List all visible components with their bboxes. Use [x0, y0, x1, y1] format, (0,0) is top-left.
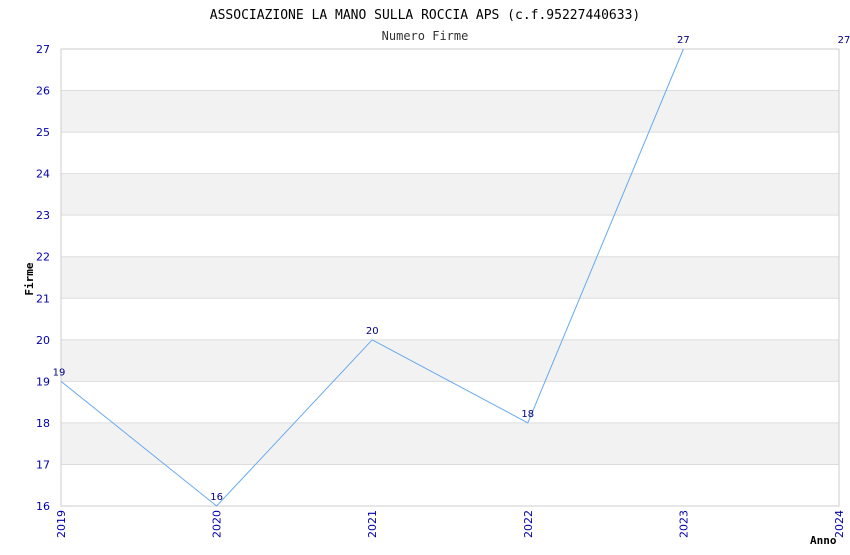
data-label: 20 [366, 326, 379, 337]
y-tick-label: 21 [36, 292, 50, 305]
data-label: 27 [677, 35, 690, 46]
background-bands [61, 90, 839, 465]
y-tick-label: 24 [36, 168, 50, 181]
grid-band [61, 173, 839, 216]
grid-band [61, 339, 839, 382]
y-tick-label: 26 [36, 85, 50, 98]
chart: ASSOCIAZIONE LA MANO SULLA ROCCIA APS (c… [0, 0, 850, 550]
x-tick-label: 2019 [55, 510, 68, 538]
x-axis-ticks: 2019 2020 2021 2022 2023 2024 [55, 510, 846, 538]
y-tick-label: 20 [36, 334, 50, 347]
x-tick-label: 2020 [211, 510, 224, 538]
x-tick-label: 2024 [833, 510, 846, 538]
y-tick-label: 18 [36, 417, 50, 430]
data-label: 19 [53, 367, 66, 378]
y-tick-label: 23 [36, 209, 50, 222]
y-axis-label: Firme [23, 262, 36, 295]
grid-band [61, 90, 839, 133]
grid-band [61, 422, 839, 465]
y-tick-label: 16 [36, 500, 50, 513]
data-label: 27 [838, 35, 850, 46]
y-tick-label: 25 [36, 126, 50, 139]
y-tick-label: 27 [36, 43, 50, 56]
x-tick-label: 2021 [366, 510, 379, 538]
chart-svg: ASSOCIAZIONE LA MANO SULLA ROCCIA APS (c… [23, 8, 850, 547]
y-tick-label: 22 [36, 251, 50, 264]
x-tick-label: 2022 [522, 510, 535, 538]
grid-band [61, 256, 839, 299]
chart-title: ASSOCIAZIONE LA MANO SULLA ROCCIA APS (c… [210, 8, 640, 23]
data-label: 16 [210, 492, 223, 503]
chart-subtitle: Numero Firme [382, 29, 469, 43]
y-tick-label: 17 [36, 458, 50, 471]
data-label: 18 [521, 409, 534, 420]
y-axis-ticks: 16 17 18 19 20 21 22 23 24 25 26 27 [36, 43, 50, 513]
y-tick-label: 19 [36, 375, 50, 388]
x-tick-label: 2023 [677, 510, 690, 538]
